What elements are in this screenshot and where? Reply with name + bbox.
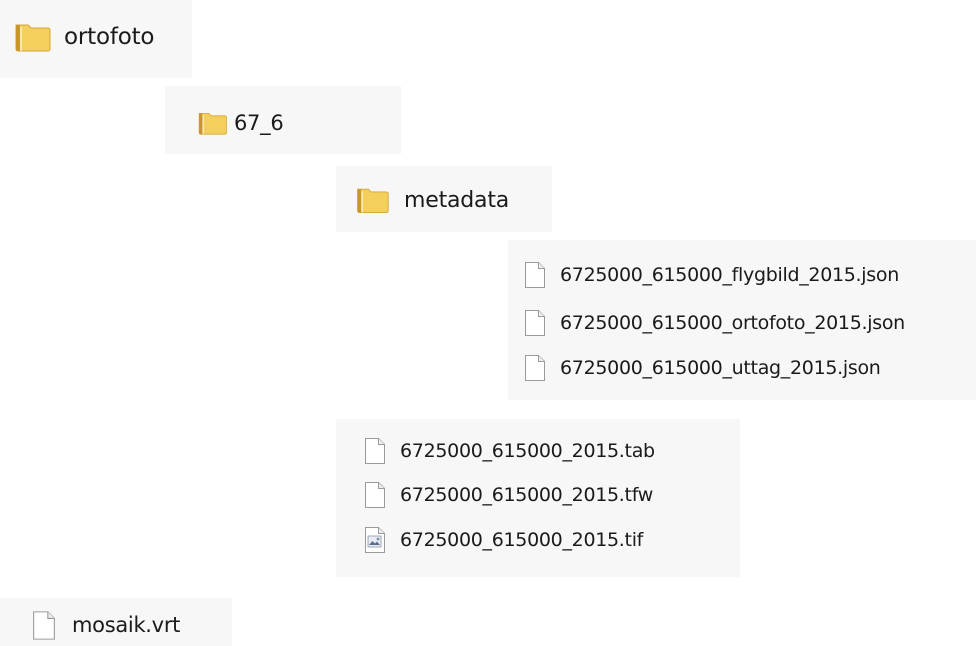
file-label: 6725000_615000_2015.tab xyxy=(400,440,655,462)
folder-metadata[interactable]: metadata xyxy=(354,184,509,216)
file-label: 6725000_615000_2015.tfw xyxy=(400,484,653,506)
folder-label: metadata xyxy=(404,187,510,213)
file-icon xyxy=(32,610,56,641)
file-label: mosaik.vrt xyxy=(72,613,181,637)
file-icon xyxy=(364,481,386,509)
file-item[interactable]: 6725000_615000_uttag_2015.json xyxy=(524,354,881,382)
file-item[interactable]: 6725000_615000_2015.tfw xyxy=(364,481,653,509)
folder-67-6[interactable]: 67_6 xyxy=(196,108,284,138)
folder-label: ortofoto xyxy=(64,24,155,50)
file-item[interactable]: 6725000_615000_flygbild_2015.json xyxy=(524,261,899,289)
file-icon xyxy=(524,309,546,337)
file-item[interactable]: 6725000_615000_ortofoto_2015.json xyxy=(524,309,905,337)
file-item[interactable]: mosaik.vrt xyxy=(32,609,180,641)
file-item[interactable]: 6725000_615000_2015.tif xyxy=(364,526,643,554)
file-label: 6725000_615000_2015.tif xyxy=(400,529,644,551)
folder-icon xyxy=(12,21,52,53)
folder-icon xyxy=(196,109,228,137)
folder-label: 67_6 xyxy=(234,111,284,135)
file-icon xyxy=(364,437,386,465)
image-file-icon xyxy=(364,526,386,554)
file-icon xyxy=(524,354,546,382)
file-icon xyxy=(524,261,546,289)
file-label: 6725000_615000_ortofoto_2015.json xyxy=(560,312,905,334)
folder-ortofoto[interactable]: ortofoto xyxy=(12,20,154,54)
file-label: 6725000_615000_uttag_2015.json xyxy=(560,357,881,379)
file-item[interactable]: 6725000_615000_2015.tab xyxy=(364,437,655,465)
folder-icon xyxy=(354,185,390,215)
file-label: 6725000_615000_flygbild_2015.json xyxy=(560,264,899,286)
